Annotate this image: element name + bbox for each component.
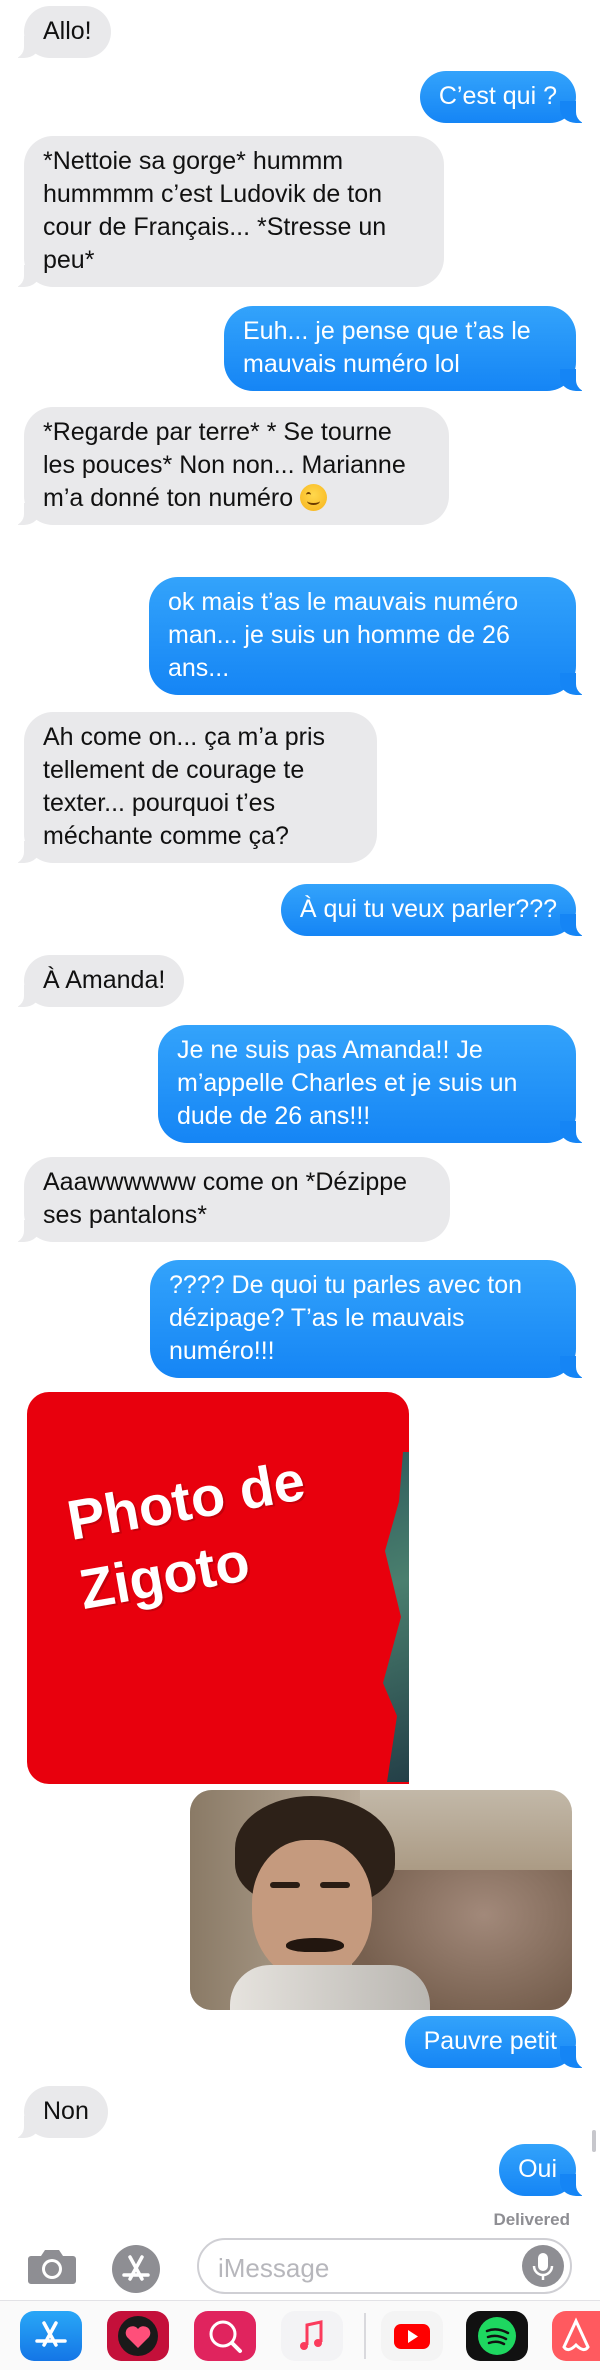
photo-brow [270,1882,300,1888]
heart-app-icon[interactable] [107,2311,169,2361]
photo-shirt [230,1965,430,2010]
smiling-face-emoji-icon [300,484,328,511]
message-bubble-incoming[interactable]: Non [10,2086,108,2139]
message-bubble-outgoing[interactable]: À qui tu veux parler??? [280,884,591,937]
image-placeholder-caption: Photo de Zigoto [62,1445,322,1624]
music-icon[interactable] [281,2311,343,2361]
photo-face [252,1840,372,1980]
message-bubble-incoming[interactable]: À Amanda! [9,955,185,1008]
drawer-divider [364,2313,366,2359]
message-bubble-incoming[interactable]: Aaawwwwww come on *Dézippe ses pantalons… [10,1157,450,1243]
message-bubble-incoming[interactable]: Allo! [10,6,111,59]
photo-attachment[interactable] [190,1790,572,2010]
app-store-drawer-icon[interactable] [112,2245,160,2293]
message-bubble-outgoing[interactable]: Je ne suis pas Amanda!! Je m’appelle Cha… [158,1025,590,1144]
airbnb-icon[interactable] [552,2311,600,2361]
microphone-icon[interactable] [522,2245,564,2287]
message-composer: iMessage [0,2232,600,2300]
photo-scrap [383,1452,409,1782]
message-bubble-incoming[interactable]: *Regarde par terre* * Se tourne les pouc… [10,407,449,526]
delivery-status: Delivered [493,2210,570,2229]
message-bubble-incoming[interactable]: Ah come on... ça m’a pris tellement de c… [10,712,377,864]
message-bubble-outgoing[interactable]: Pauvre petit [404,2016,591,2069]
app-store-icon[interactable] [20,2311,82,2361]
search-globe-icon[interactable] [194,2311,256,2361]
image-placeholder[interactable]: Photo de Zigoto [27,1392,409,1784]
message-text: *Regarde par terre* * Se tourne les pouc… [43,418,406,512]
scroll-indicator[interactable] [592,2130,596,2152]
message-bubble-outgoing[interactable]: ok mais t’as le mauvais numéro man... je… [149,577,590,696]
message-bubble-incoming[interactable]: *Nettoie sa gorge* hummm hummmm c’est Lu… [10,136,444,288]
message-bubble-outgoing[interactable]: ???? De quoi tu parles avec ton dézipage… [150,1260,590,1379]
app-drawer [0,2300,600,2370]
imessage-input[interactable]: iMessage [197,2238,572,2294]
youtube-icon[interactable] [381,2311,443,2361]
spotify-icon[interactable] [466,2311,528,2361]
imessage-placeholder: iMessage [218,2253,330,2283]
message-bubble-outgoing[interactable]: C’est qui ? [419,71,591,124]
photo-brow [320,1882,350,1888]
message-bubble-outgoing[interactable]: Euh... je pense que t’as le mauvais numé… [224,306,590,392]
photo-mustache [286,1938,344,1952]
message-bubble-outgoing[interactable]: Oui [499,2144,590,2197]
camera-icon[interactable] [27,2247,77,2285]
